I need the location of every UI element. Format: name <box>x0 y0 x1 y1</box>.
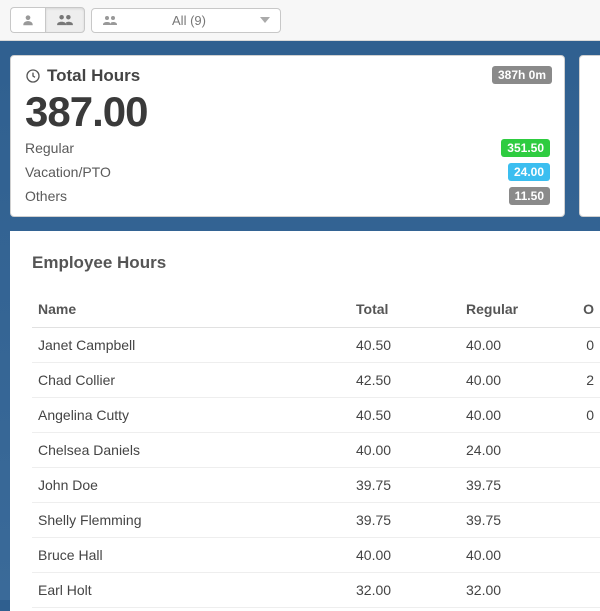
cell-regular: 40.00 <box>460 398 570 433</box>
users-icon <box>56 13 74 27</box>
cell-ot <box>570 433 600 468</box>
table-row[interactable]: Chelsea Daniels40.0024.00 <box>32 433 600 468</box>
cell-ot: 0 <box>570 398 600 433</box>
card-header: Total Hours <box>25 66 550 86</box>
total-hours-value: 387.00 <box>25 88 550 136</box>
table-row[interactable]: Chad Collier42.5040.002 <box>32 363 600 398</box>
cell-regular: 40.00 <box>460 363 570 398</box>
group-users-button[interactable] <box>45 7 85 33</box>
cell-ot: 2 <box>570 363 600 398</box>
cell-name: Earl Holt <box>32 573 350 608</box>
cell-regular: 39.75 <box>460 503 570 538</box>
table-row[interactable]: John Doe39.7539.75 <box>32 468 600 503</box>
cell-total: 40.50 <box>350 328 460 363</box>
cell-regular: 40.00 <box>460 328 570 363</box>
cell-ot: 0 <box>570 328 600 363</box>
total-hours-badge: 387h 0m <box>492 66 552 84</box>
group-filter-dropdown[interactable]: All (9) <box>91 8 281 33</box>
cell-regular: 39.75 <box>460 468 570 503</box>
col-total[interactable]: Total <box>350 293 460 328</box>
table-row[interactable]: Angelina Cutty40.5040.000 <box>32 398 600 433</box>
col-regular[interactable]: Regular <box>460 293 570 328</box>
cell-total: 40.50 <box>350 398 460 433</box>
cell-name: Shelly Flemming <box>32 503 350 538</box>
stat-label: Regular <box>25 140 74 156</box>
table-row[interactable]: Earl Holt32.0032.00 <box>32 573 600 608</box>
stat-value: 24.00 <box>508 163 550 181</box>
cell-ot <box>570 468 600 503</box>
clock-icon <box>25 68 41 84</box>
chevron-down-icon <box>260 17 270 23</box>
group-filter-label: All (9) <box>128 13 250 28</box>
cell-regular: 32.00 <box>460 573 570 608</box>
cell-name: Chelsea Daniels <box>32 433 350 468</box>
stat-row-vacation: Vacation/PTO 24.00 <box>25 160 550 184</box>
cell-total: 40.00 <box>350 538 460 573</box>
employee-hours-panel: Employee Hours Name Total Regular O Jane… <box>10 231 600 611</box>
stat-value: 11.50 <box>509 187 550 205</box>
panel-title: Employee Hours <box>32 253 600 273</box>
cell-ot <box>570 503 600 538</box>
table-row[interactable]: Janet Campbell40.5040.000 <box>32 328 600 363</box>
cell-total: 39.75 <box>350 503 460 538</box>
stat-row-others: Others 11.50 <box>25 184 550 208</box>
cell-name: John Doe <box>32 468 350 503</box>
cell-name: Chad Collier <box>32 363 350 398</box>
next-card-peek <box>579 55 600 217</box>
cell-regular: 40.00 <box>460 538 570 573</box>
employee-hours-table: Name Total Regular O Janet Campbell40.50… <box>32 293 600 608</box>
table-row[interactable]: Bruce Hall40.0040.00 <box>32 538 600 573</box>
cell-ot <box>570 573 600 608</box>
single-user-button[interactable] <box>10 7 45 33</box>
col-ot[interactable]: O <box>570 293 600 328</box>
cell-name: Bruce Hall <box>32 538 350 573</box>
cell-total: 40.00 <box>350 433 460 468</box>
stat-row-regular: Regular 351.50 <box>25 136 550 160</box>
cell-regular: 24.00 <box>460 433 570 468</box>
col-name[interactable]: Name <box>32 293 350 328</box>
users-icon <box>102 14 118 27</box>
summary-cards-row: Total Hours 387h 0m 387.00 Regular 351.5… <box>0 41 600 231</box>
cell-name: Angelina Cutty <box>32 398 350 433</box>
stat-value: 351.50 <box>501 139 550 157</box>
total-hours-card: Total Hours 387h 0m 387.00 Regular 351.5… <box>10 55 565 217</box>
cell-name: Janet Campbell <box>32 328 350 363</box>
view-toggle-group <box>10 7 85 33</box>
cell-total: 39.75 <box>350 468 460 503</box>
cell-total: 32.00 <box>350 573 460 608</box>
card-title: Total Hours <box>47 66 140 86</box>
table-row[interactable]: Shelly Flemming39.7539.75 <box>32 503 600 538</box>
stat-label: Others <box>25 188 67 204</box>
cell-total: 42.50 <box>350 363 460 398</box>
stat-label: Vacation/PTO <box>25 164 111 180</box>
table-header-row: Name Total Regular O <box>32 293 600 328</box>
user-icon <box>21 13 35 27</box>
cell-ot <box>570 538 600 573</box>
toolbar: All (9) <box>0 0 600 41</box>
